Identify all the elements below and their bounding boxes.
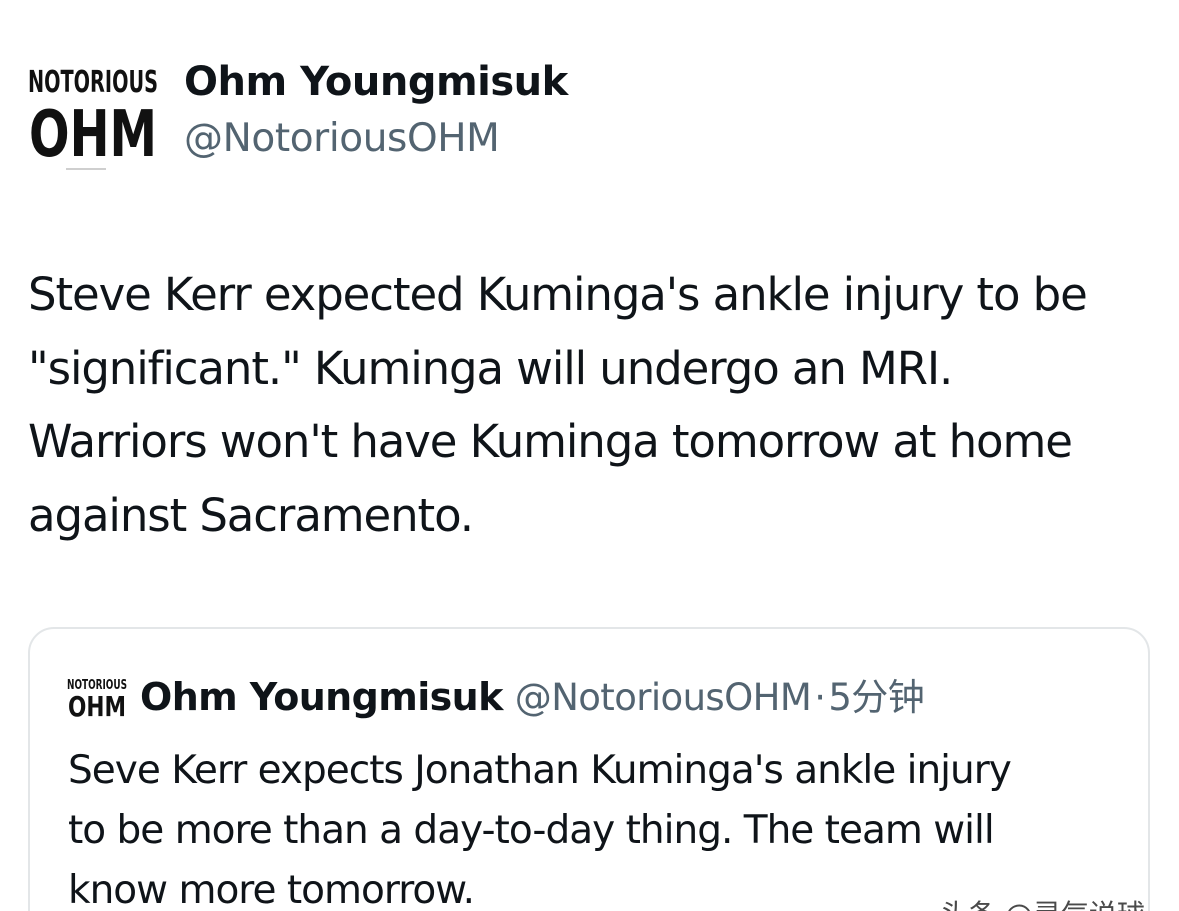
tweet-text: Steve Kerr expected Kuminga's ankle inju…: [28, 258, 1153, 552]
tweet-text-line: "significant." Kuminga will undergo an M…: [28, 341, 953, 395]
quoted-tweet-text: Seve Kerr expects Jonathan Kuminga's ank…: [68, 741, 1128, 911]
logo-bottom-text: OHM: [29, 98, 157, 172]
author-name[interactable]: Ohm Youngmisuk: [184, 54, 568, 110]
quoted-text-line: to be more than a day-to-day thing. The …: [68, 808, 995, 853]
quoted-timestamp[interactable]: 5分钟: [828, 676, 924, 719]
separator-dot: ·: [814, 676, 826, 719]
author-handle[interactable]: @NotoriousOHM: [184, 113, 500, 165]
tweet-post: NOTORIOUS OHM Ohm Youngmisuk @NotoriousO…: [0, 0, 1179, 911]
logo-top-text: NOTORIOUS: [28, 65, 158, 100]
quoted-text-line: Seve Kerr expects Jonathan Kuminga's ank…: [68, 748, 1012, 793]
quoted-author-handle[interactable]: @NotoriousOHM: [515, 676, 812, 719]
quoted-author-avatar[interactable]: NOTORIOUS OHM: [66, 676, 128, 723]
notorious-ohm-logo: NOTORIOUS OHM: [28, 65, 158, 172]
tweet-text-line: Warriors won't have Kuminga tomorrow at …: [28, 415, 1073, 468]
watermark: 头条 @灵气说球: [940, 893, 1145, 911]
quoted-tweet-card[interactable]: NOTORIOUS OHM Ohm Youngmisuk @NotoriousOH…: [28, 627, 1150, 911]
logo-bottom-text-small: OHM: [68, 690, 126, 720]
tweet-text-line: Steve Kerr expected Kuminga's ankle inju…: [28, 268, 1088, 321]
quoted-author-name[interactable]: Ohm Youngmisuk: [140, 675, 503, 719]
author-avatar[interactable]: NOTORIOUS OHM: [26, 62, 160, 174]
tweet-text-line: against Sacramento.: [28, 488, 474, 542]
quoted-tweet-header: Ohm Youngmisuk @NotoriousOHM·5分钟: [140, 669, 925, 733]
notorious-ohm-logo-small: NOTORIOUS OHM: [67, 678, 127, 723]
